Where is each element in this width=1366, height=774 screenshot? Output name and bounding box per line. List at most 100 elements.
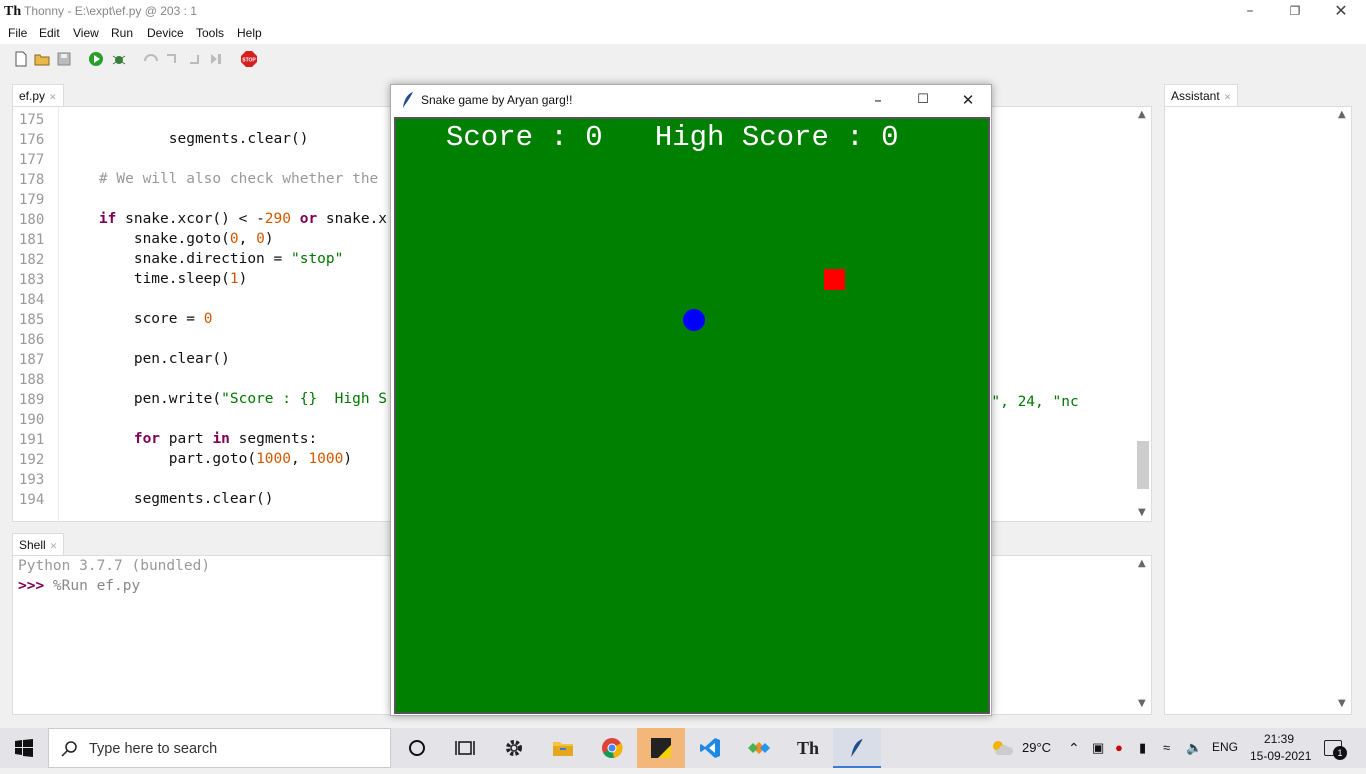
search-icon [61,741,77,757]
chrome-icon[interactable] [588,728,636,768]
file-explorer-icon[interactable] [539,728,587,768]
line-number: 186 [19,332,45,348]
line-number: 190 [19,412,45,428]
maximize-icon[interactable]: ☐ [900,85,946,115]
minimize-icon[interactable]: – [1227,0,1273,24]
menu-view[interactable]: View [73,26,99,40]
resume-icon[interactable] [209,51,225,67]
snake-game-window: Snake game by Aryan garg!! – ☐ ✕ Score :… [390,84,992,716]
minimize-icon[interactable]: – [855,85,901,115]
clock-date[interactable]: 15-09-2021 [1250,749,1311,763]
menu-device[interactable]: Device [147,26,184,40]
volume-icon[interactable]: 🔈 [1186,740,1202,756]
tab-close-icon[interactable]: ✕ [49,92,57,102]
game-canvas[interactable]: Score : 0 High Score : 0 [394,117,990,714]
line-number: 187 [19,352,45,368]
menu-file[interactable]: File [8,26,27,40]
cortana-icon[interactable] [393,728,441,768]
code-line: score = 0 [64,311,213,327]
line-number: 185 [19,312,45,328]
score-display: Score : 0 High Score : 0 [446,121,899,154]
scroll-up-icon[interactable]: ▲ [1138,558,1146,569]
step-out-icon[interactable] [187,51,203,67]
save-icon[interactable] [56,51,72,67]
settings-icon[interactable] [490,728,538,768]
menu-tools[interactable]: Tools [196,26,224,40]
thonny-taskbar-icon[interactable]: Th [784,728,832,768]
clock-time[interactable]: 21:39 [1264,732,1294,746]
tab-label: Assistant [1171,89,1220,103]
line-number: 192 [19,452,45,468]
turtle-feather-taskbar-icon[interactable] [833,728,881,768]
stop-icon-label: STOP [242,58,256,64]
run-icon[interactable] [88,51,104,67]
stop-icon[interactable]: STOP [240,50,258,68]
debug-icon[interactable] [111,51,127,67]
taskbar-search-box[interactable]: Type here to search [48,728,391,768]
scroll-down-icon[interactable]: ▼ [1138,698,1146,709]
toolbar: STOP [0,44,1366,74]
notification-center-icon[interactable]: 1 [1324,740,1347,760]
tab-close-icon[interactable]: ✕ [1224,92,1232,102]
game-window-title: Snake game by Aryan garg!! [421,93,573,107]
tab-close-icon[interactable]: ✕ [50,541,58,551]
line-number: 182 [19,252,45,268]
line-number: 188 [19,372,45,388]
language-indicator[interactable]: ENG [1212,740,1238,754]
app-diamond-icon[interactable] [735,728,783,768]
close-icon[interactable]: ✕ [945,85,991,115]
code-line: pen.write("Score : {} High S [64,391,388,407]
network-error-icon[interactable]: ● [1115,740,1123,755]
menu-bar: File Edit View Run Device Tools Help [0,24,1366,44]
line-number: 175 [19,112,45,128]
menu-edit[interactable]: Edit [39,26,60,40]
line-number: 191 [19,432,45,448]
line-number: 176 [19,132,45,148]
vscode-icon[interactable] [686,728,734,768]
tab-assistant[interactable]: Assistant ✕ [1164,84,1238,106]
app-titlebar: Th Thonny - E:\expt\ef.py @ 203 : 1 – ❐ … [0,0,1366,24]
line-number: 183 [19,272,45,288]
open-file-icon[interactable] [34,51,50,67]
shell-banner: Python 3.7.7 (bundled) [18,558,211,574]
new-file-icon[interactable] [13,51,29,67]
search-placeholder: Type here to search [89,741,218,757]
code-line: if snake.xcor() < -290 or snake.x [98,211,388,227]
tab-label: ef.py [19,89,46,103]
chevron-up-icon[interactable]: ⌃ [1068,740,1080,757]
menu-run[interactable]: Run [111,26,133,40]
taskbar: Type here to search Th 29°C ⌃ ▣ ● ▮ ≈ 🔈 … [0,728,1366,768]
scroll-up-icon[interactable]: ▲ [1338,109,1346,120]
wifi-icon[interactable]: ≈ [1163,740,1170,755]
scroll-down-icon[interactable]: ▼ [1338,698,1346,709]
step-into-icon[interactable] [164,51,180,67]
tab-ef-py[interactable]: ef.py ✕ [12,84,64,106]
scroll-thumb[interactable] [1137,441,1149,489]
code-line: segments.clear() [64,131,309,147]
restore-icon[interactable]: ❐ [1272,0,1318,24]
thonny-logo-icon: Th [4,4,22,19]
weather-temperature[interactable]: 29°C [1022,740,1051,755]
shell-command-line: >>> %Run ef.py [18,578,140,594]
weather-icon[interactable] [990,738,1014,758]
windows-start-icon[interactable] [0,728,48,768]
battery-icon[interactable]: ▮ [1139,740,1146,756]
scroll-up-icon[interactable]: ▲ [1138,109,1146,120]
notification-count-badge: 1 [1333,746,1347,760]
scroll-down-icon[interactable]: ▼ [1138,507,1146,518]
meet-now-icon[interactable]: ▣ [1092,740,1104,756]
menu-help[interactable]: Help [237,26,262,40]
editor-scrollbar[interactable]: ▲ ▼ [1135,107,1151,521]
thonny-taskbar-label: Th [796,738,820,758]
snake-head [683,309,705,331]
step-over-icon[interactable] [143,51,159,67]
assistant-scrollbar[interactable]: ▲ ▼ [1335,107,1351,714]
sticky-notes-icon[interactable] [637,728,685,768]
code-line: segments.clear() [64,491,274,507]
tab-shell[interactable]: Shell ✕ [12,533,64,555]
code-line: part.goto(1000, 1000) [64,451,353,467]
task-view-icon[interactable] [441,728,489,768]
shell-scrollbar[interactable]: ▲ ▼ [1135,556,1151,714]
window-title: Thonny - E:\expt\ef.py @ 203 : 1 [24,4,197,18]
close-icon[interactable]: ✕ [1318,0,1364,24]
